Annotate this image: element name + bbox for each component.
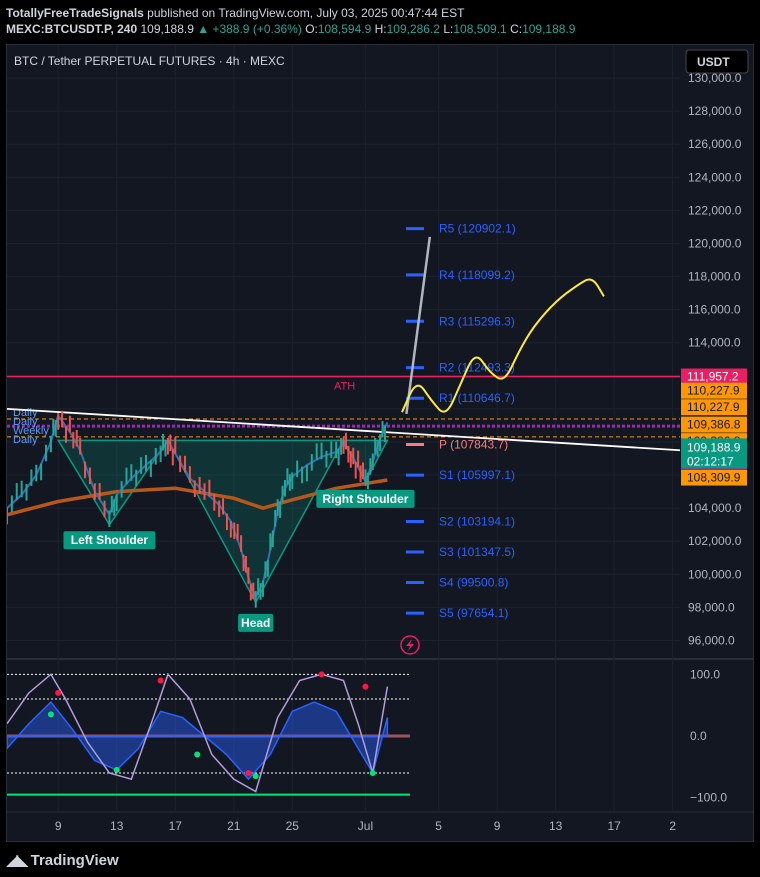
- currency-button-label[interactable]: USDT: [697, 55, 730, 69]
- oscillator-signal-dot: [362, 683, 369, 690]
- pattern-label-text: Head: [241, 616, 270, 630]
- pattern-label-text: Right Shoulder: [322, 492, 408, 506]
- time-tick-label: Jul: [358, 819, 373, 833]
- tradingview-footer: ◢◣ TradingView: [0, 842, 760, 877]
- pivot-label: S5 (97654.1): [439, 606, 508, 620]
- price-tick-label: 128,000.0: [688, 104, 742, 118]
- tradingview-logo[interactable]: ◢◣ TradingView: [6, 850, 754, 870]
- price-tick-label: 100,000.0: [688, 567, 742, 581]
- time-tick-label: 21: [227, 819, 241, 833]
- oscillator-tick-label: −100.0: [690, 791, 727, 805]
- oscillator-signal-dot: [318, 671, 325, 678]
- pattern-label-text: Left Shoulder: [71, 533, 149, 547]
- chart-title: BTC / Tether PERPETUAL FUTURES · 4h · ME…: [14, 54, 285, 68]
- price-axis[interactable]: 96,000.0 98,000.0 100,000.0 102,000.0 104,00…: [681, 71, 747, 805]
- oscillator-signal-dot: [245, 770, 252, 776]
- price-tick-label: 124,000.0: [688, 170, 742, 184]
- last-price-label: 109,188.9: [687, 440, 741, 454]
- time-tick-label: 25: [286, 819, 300, 833]
- price-tick-label: 114,000.0: [688, 336, 741, 350]
- time-tick-label: 9: [494, 819, 501, 833]
- pivot-label: R4 (118099.2): [439, 268, 515, 282]
- time-tick-label: 5: [435, 819, 442, 833]
- plot-background: [7, 45, 680, 657]
- price-tick-label: 96,000.0: [688, 633, 735, 647]
- price-tick-label: 118,000.0: [688, 270, 741, 284]
- pivot-label: R5 (120902.1): [439, 222, 516, 236]
- pivot-label: S3 (101347.5): [439, 545, 515, 559]
- price-badge-label: 110,227.9: [687, 400, 740, 414]
- oscillator-tick-label: 0.0: [690, 729, 707, 743]
- price-badge-label: 110,227.9: [687, 384, 740, 398]
- price-badge-label: 108,309.9: [687, 471, 741, 485]
- pivot-label: S4 (99500.8): [439, 576, 508, 590]
- pivot-label: R2 (112493.3): [439, 361, 515, 375]
- pivot-label: P (107843.7): [439, 438, 508, 452]
- price-tick-label: 120,000.0: [688, 236, 742, 250]
- pivot-label: S1 (105997.1): [439, 468, 515, 482]
- time-tick-label: 13: [549, 819, 563, 833]
- oscillator-signal-dot: [369, 770, 376, 776]
- grid: [7, 45, 754, 813]
- time-tick-label: 17: [607, 819, 621, 833]
- time-tick-label: 13: [110, 819, 124, 833]
- oscillator-signal-dot: [55, 689, 62, 696]
- price-tick-label: 104,000.0: [688, 501, 742, 515]
- countdown-label: 02:12:17: [687, 454, 734, 468]
- oscillator-signal-dot: [252, 773, 259, 780]
- price-tick-label: 98,000.0: [688, 600, 735, 614]
- time-tick-label: 9: [55, 819, 62, 833]
- pivot-label: R1 (110646.7): [439, 391, 515, 405]
- tv-logo-icon: ◢◣: [6, 852, 29, 869]
- pivot-label: R3 (115296.3): [439, 314, 515, 328]
- price-badge-label: 109,386.8: [687, 418, 741, 432]
- price-tick-label: 102,000.0: [688, 534, 742, 548]
- pivot-label: S2 (103194.1): [439, 514, 515, 528]
- oscillator-signal-dot: [157, 677, 164, 684]
- oscillator-tick-label: 100.0: [690, 667, 720, 681]
- time-tick-label: 2: [669, 819, 676, 833]
- price-badge-label: 111,957.2: [687, 370, 739, 384]
- price-chart[interactable]: ATHDailyDailyWeeklyDailyR5 (120902.1)R4 …: [0, 0, 760, 877]
- price-tick-label: 122,000.0: [688, 203, 742, 217]
- ath-label: ATH: [334, 381, 355, 393]
- time-tick-label: 17: [169, 819, 183, 833]
- time-axis[interactable]: 9 13 17 21 25 Jul 5 9 13 17 2: [55, 819, 676, 833]
- oscillator-signal-dot: [194, 751, 201, 758]
- daily-weekly-label: Daily: [13, 434, 38, 446]
- price-tick-label: 116,000.0: [688, 303, 741, 317]
- oscillator-signal-dot: [113, 766, 120, 773]
- price-tick-label: 126,000.0: [688, 137, 742, 151]
- oscillator-signal-dot: [47, 711, 54, 718]
